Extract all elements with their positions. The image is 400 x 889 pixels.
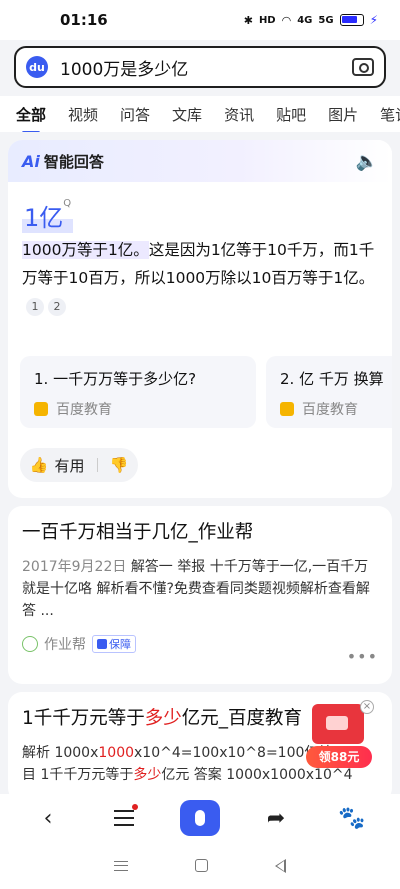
zuoyebang-logo-icon — [22, 636, 38, 652]
related-question-card[interactable]: 2. 亿 千万 换算 百度教育 — [266, 356, 392, 428]
mic-icon — [195, 810, 205, 826]
baidu-education-icon — [280, 402, 294, 416]
badge-label: 保障 — [109, 638, 131, 651]
related-question-source: 百度教育 — [34, 399, 242, 419]
ai-title-text: 智能回答 — [43, 152, 104, 171]
recent-apps-icon[interactable] — [113, 860, 128, 871]
tab-qa[interactable]: 问答 — [120, 104, 150, 125]
ai-answer-text: 1亿 — [24, 204, 64, 232]
related-question-card[interactable]: 1. 一千万万等于多少亿? 百度教育 — [20, 356, 256, 428]
back-icon[interactable]: ‹ — [28, 798, 68, 838]
abstract-part: 目 1千千万元等于 — [22, 767, 134, 783]
baidu-paw-icon[interactable]: du — [26, 56, 48, 78]
abstract-highlight: 多少 — [133, 767, 162, 783]
search-bar[interactable]: du 1000万是多少亿 — [14, 46, 386, 88]
close-icon[interactable]: × — [360, 700, 374, 714]
ai-logo-icon: Ai — [22, 151, 40, 171]
bottom-toolbar: ‹ ➦ 🐾 — [0, 794, 400, 842]
tab-images[interactable]: 图片 — [328, 104, 358, 125]
tab-wenku[interactable]: 文库 — [172, 104, 202, 125]
status-bar: 01:16 ✱ HD ◠ 4G 5G ⚡ — [0, 0, 400, 40]
tab-tieba[interactable]: 贴吧 — [276, 104, 306, 125]
useful-label[interactable]: 有用 — [54, 455, 84, 476]
result-source: 作业帮 保障 — [22, 634, 378, 654]
ai-card-header: Ai 智能回答 🔈 — [8, 140, 392, 182]
feedback-buttons: 👍 有用 👎 — [20, 448, 138, 482]
red-packet-icon[interactable] — [312, 704, 364, 744]
speaker-icon[interactable]: 🔈 — [356, 151, 378, 172]
tab-news[interactable]: 资讯 — [224, 104, 254, 125]
ai-body-lead: 1000万等于1亿。 — [22, 241, 149, 259]
source-label: 百度教育 — [56, 402, 112, 418]
reference-badge[interactable]: 1 — [26, 297, 44, 316]
ai-answer-card: Ai 智能回答 🔈 1亿Q 1000万等于1亿。这是因为1亿等于10千万，而1千… — [8, 140, 392, 498]
source-name: 作业帮 — [44, 637, 86, 653]
menu-button[interactable] — [104, 798, 144, 838]
thumbs-down-icon[interactable]: 👎 — [110, 456, 129, 474]
guarantee-badge: 保障 — [92, 635, 136, 653]
status-icons: ✱ HD ◠ 4G 5G ⚡ — [244, 13, 378, 27]
result-date: 2017年9月22日 — [22, 559, 127, 575]
battery-icon — [339, 14, 364, 26]
ai-answer-body: 1000万等于1亿。这是因为1亿等于10千万，而1千万等于10百万，所以1000… — [22, 236, 382, 320]
bluetooth-icon: ✱ — [243, 13, 253, 27]
abstract-part: 亿元 答案 1000x1000x10^4 — [161, 767, 353, 783]
abstract-highlight: 1000 — [98, 745, 135, 761]
tab-video[interactable]: 视频 — [68, 104, 98, 125]
related-question-title: 2. 亿 千万 换算 — [280, 370, 384, 388]
more-options-icon[interactable]: ••• — [347, 647, 378, 666]
ai-short-answer: 1亿Q — [22, 198, 74, 233]
home-icon[interactable] — [194, 859, 208, 872]
search-result[interactable]: 一百千万相当于几亿_作业帮 2017年9月22日 解答一 举报 十千万等于一亿,… — [8, 506, 392, 684]
voice-button[interactable] — [180, 798, 220, 838]
result-abstract: 2017年9月22日 解答一 举报 十千万等于一亿,一百千万就是十亿咯 解析看不… — [22, 556, 378, 622]
baidu-education-icon — [34, 402, 48, 416]
ai-card-title: Ai 智能回答 — [22, 151, 104, 172]
notification-dot — [132, 804, 138, 810]
charging-icon: ⚡ — [369, 13, 378, 27]
hd-icon: HD — [258, 14, 276, 26]
signal-icon: 5G — [318, 14, 334, 26]
mic-button[interactable] — [180, 800, 220, 836]
related-question-source: 百度教育 — [280, 399, 392, 419]
wifi-icon: ◠ — [281, 13, 292, 27]
system-back-icon[interactable] — [275, 858, 287, 873]
search-tabs: 全部 视频 问答 文库 资讯 贴吧 图片 笔记 — [0, 96, 400, 132]
result-title-part: 1千千万元等于 — [22, 708, 145, 729]
search-input[interactable]: 1000万是多少亿 — [60, 55, 352, 80]
thumbs-up-icon[interactable]: 👍 — [30, 456, 49, 474]
abstract-part: 解析 1000x — [22, 745, 99, 761]
divider — [96, 458, 98, 472]
related-questions: 1. 一千万万等于多少亿? 百度教育 2. 亿 千万 换算 百度教育 — [20, 356, 392, 428]
system-nav-bar — [0, 842, 400, 889]
tab-all[interactable]: 全部 — [16, 104, 46, 132]
signal-icon: 4G — [297, 14, 313, 26]
result-title[interactable]: 一百千万相当于几亿_作业帮 — [22, 520, 378, 546]
result-title-part: 亿元_百度教育 — [181, 708, 303, 729]
promo-label[interactable]: 领88元 — [306, 746, 372, 768]
reference-badge[interactable]: 2 — [48, 297, 66, 316]
related-question-title: 1. 一千万万等于多少亿? — [34, 370, 197, 388]
result-title-highlight: 多少 — [144, 708, 182, 729]
check-icon — [97, 639, 107, 649]
menu-icon — [114, 810, 134, 826]
red-packet-promo[interactable]: × 领88元 — [302, 700, 376, 768]
status-time: 01:16 — [60, 11, 108, 29]
baidu-paw-icon[interactable]: 🐾 — [332, 798, 372, 838]
share-icon[interactable]: ➦ — [256, 798, 296, 838]
camera-icon[interactable] — [352, 58, 374, 76]
search-mini-icon[interactable]: Q — [63, 198, 71, 209]
tab-notes[interactable]: 笔记 — [380, 104, 400, 125]
source-label: 百度教育 — [302, 402, 358, 418]
